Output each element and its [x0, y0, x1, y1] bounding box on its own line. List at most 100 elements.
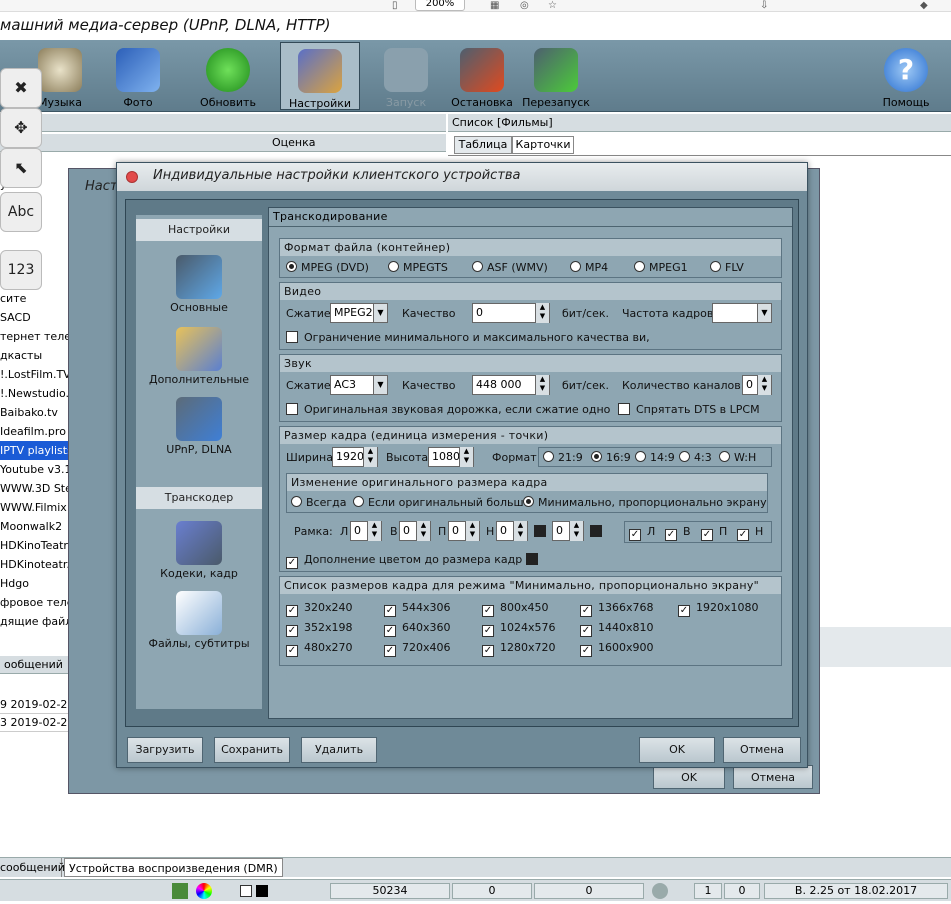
- tree-item[interactable]: !.Newstudio.t: [0, 384, 70, 403]
- fill-color-checkbox[interactable]: ✓ Дополнение цветом до размера кадр: [286, 553, 538, 569]
- size-checkbox[interactable]: ✓ 320x240: [286, 601, 353, 617]
- stepper-icon[interactable]: ▲ ▼: [757, 375, 771, 395]
- audio-quality-input[interactable]: 448 000 ▲ ▼: [472, 375, 550, 395]
- number-tool-button[interactable]: 123: [0, 250, 42, 290]
- resize-option-minimal[interactable]: Минимально, пропорционально экрану: [523, 496, 767, 509]
- stepper-icon[interactable]: ▲ ▼: [535, 375, 549, 395]
- load-button[interactable]: Загрузить: [127, 737, 203, 763]
- stepper-icon[interactable]: ▲ ▼: [569, 521, 583, 541]
- stepper-icon[interactable]: ▲ ▼: [363, 447, 377, 467]
- close-icon[interactable]: [126, 171, 138, 183]
- tree-item[interactable]: дящие файл: [0, 612, 70, 631]
- format-option-mpeg[interactable]: MPEG (DVD): [286, 261, 369, 274]
- audio-original-track-checkbox[interactable]: Оригинальная звуковая дорожка, если сжат…: [286, 403, 612, 416]
- tree-item[interactable]: [0, 232, 70, 251]
- video-quality-input[interactable]: 0 ▲ ▼: [472, 303, 550, 323]
- page-icon[interactable]: ▯: [392, 0, 398, 11]
- star-icon[interactable]: ☆: [548, 0, 557, 11]
- format-option-mpegts[interactable]: MPEGTS: [388, 261, 448, 274]
- stepper-icon[interactable]: ▲ ▼: [513, 521, 527, 541]
- size-checkbox[interactable]: ✓ 480x270: [286, 641, 353, 657]
- tree-item[interactable]: WWW.Filmix: [0, 498, 70, 517]
- size-checkbox[interactable]: ✓ 1920x1080: [678, 601, 759, 617]
- tree-item[interactable]: тернет телев: [0, 327, 70, 346]
- tree-item[interactable]: IPTV playlists: [0, 441, 70, 460]
- border-top-input[interactable]: 0 ▲ ▼: [399, 521, 431, 541]
- side-check-left[interactable]: ✓ Л: [629, 525, 655, 541]
- tab-dmr-devices[interactable]: Устройства воспроизведения (DMR): [64, 858, 283, 877]
- side-check-right[interactable]: ✓ П: [701, 525, 727, 541]
- aspect-option-21-9[interactable]: 21:9: [543, 451, 583, 464]
- tab-table[interactable]: Таблица: [454, 136, 512, 154]
- toolbar-photo-button[interactable]: Фото: [98, 42, 178, 110]
- nav-item-codecs[interactable]: Кодеки, кадр: [136, 521, 262, 580]
- size-checkbox[interactable]: ✓ 352x198: [286, 621, 353, 637]
- close-tool-button[interactable]: ✖: [0, 68, 42, 108]
- download-icon[interactable]: ⇩: [760, 0, 768, 11]
- tab-messages[interactable]: сообщений: [0, 858, 65, 877]
- nav-item-files[interactable]: Файлы, субтитры: [136, 591, 262, 650]
- tree-item[interactable]: HDKinoTeatr: [0, 536, 70, 555]
- nav-item-advanced[interactable]: Дополнительные: [136, 327, 262, 386]
- pocket-icon[interactable]: ◎: [520, 0, 529, 11]
- tree-item[interactable]: дкасты: [0, 346, 70, 365]
- toolbar-help-button[interactable]: ? Помощь: [866, 42, 946, 110]
- black-swatch[interactable]: [256, 885, 268, 897]
- video-limit-checkbox[interactable]: Ограничение минимального и максимального…: [286, 331, 650, 344]
- toolbar-restart-button[interactable]: Перезапуск: [516, 42, 596, 110]
- toolbar-refresh-button[interactable]: Обновить: [188, 42, 268, 110]
- tab-cards[interactable]: Карточки: [512, 136, 574, 154]
- size-checkbox[interactable]: ✓ 1440x810: [580, 621, 654, 637]
- border-bottom-input[interactable]: 0 ▲ ▼: [496, 521, 528, 541]
- border-left-input[interactable]: 0 ▲ ▼: [350, 521, 382, 541]
- aspect-option-14-9[interactable]: 14:9: [635, 451, 675, 464]
- tree-item[interactable]: фровое телев: [0, 593, 70, 612]
- size-checkbox[interactable]: ✓ 544x306: [384, 601, 451, 617]
- tree-item[interactable]: !.LostFilm.TV: [0, 365, 70, 384]
- video-compression-select[interactable]: MPEG2 ▼: [330, 303, 388, 323]
- tree-item[interactable]: WWW.3D Ste: [0, 479, 70, 498]
- nav-item-basic[interactable]: Основные: [136, 255, 262, 314]
- tree-item[interactable]: Moonwalk2: [0, 517, 70, 536]
- rating-column-header[interactable]: Оценка: [272, 134, 316, 152]
- video-framerate-select[interactable]: ▼: [712, 303, 772, 323]
- border-extra-input[interactable]: 0 ▲ ▼: [552, 521, 584, 541]
- format-option-mp4[interactable]: MP4: [570, 261, 608, 274]
- color-wheel-icon[interactable]: [196, 883, 212, 899]
- toolbar-stop-button[interactable]: Остановка: [442, 42, 522, 110]
- stepper-icon[interactable]: ▲ ▼: [465, 521, 479, 541]
- grid-icon[interactable]: ▦: [490, 0, 499, 11]
- extension-icon[interactable]: ◆: [920, 0, 928, 11]
- tree-item[interactable]: Hdgo: [0, 574, 70, 593]
- network-icon[interactable]: [172, 883, 188, 899]
- tree-item[interactable]: Ideafilm.pro: [0, 422, 70, 441]
- tree-item[interactable]: HDKinoteatr.: [0, 555, 70, 574]
- tree-item[interactable]: Baibako.tv: [0, 403, 70, 422]
- format-option-flv[interactable]: FLV: [710, 261, 744, 274]
- color-swatch[interactable]: [534, 525, 546, 537]
- pointer-tool-button[interactable]: ⬉: [0, 148, 42, 188]
- tree-item[interactable]: SACD: [0, 308, 70, 327]
- background-cancel-button[interactable]: Отмена: [733, 765, 813, 789]
- size-checkbox[interactable]: ✓ 800x450: [482, 601, 549, 617]
- resize-option-if-larger[interactable]: Если оригинальный больше: [353, 496, 530, 509]
- size-checkbox[interactable]: ✓ 1600x900: [580, 641, 654, 657]
- stepper-icon[interactable]: ▲ ▼: [459, 447, 473, 467]
- border-right-input[interactable]: 0 ▲ ▼: [448, 521, 480, 541]
- stepper-icon[interactable]: ▲ ▼: [535, 303, 549, 323]
- color-swatch[interactable]: [590, 525, 602, 537]
- ok-button[interactable]: OK: [639, 737, 715, 763]
- background-ok-button[interactable]: OK: [653, 765, 725, 789]
- size-checkbox[interactable]: ✓ 640x360: [384, 621, 451, 637]
- tree-item[interactable]: Youtube v3.1: [0, 460, 70, 479]
- move-tool-button[interactable]: ✥: [0, 108, 42, 148]
- audio-compression-select[interactable]: AC3 ▼: [330, 375, 388, 395]
- delete-button[interactable]: Удалить: [301, 737, 377, 763]
- white-swatch[interactable]: [240, 885, 252, 897]
- frame-height-input[interactable]: 1080 ▲ ▼: [428, 447, 474, 467]
- aspect-option-4-3[interactable]: 4:3: [679, 451, 712, 464]
- audio-hide-dts-checkbox[interactable]: Спрятать DTS в LPCM: [618, 403, 760, 416]
- aspect-option-wh[interactable]: W:H: [719, 451, 756, 464]
- frame-width-input[interactable]: 1920 ▲ ▼: [332, 447, 378, 467]
- side-check-top[interactable]: ✓ В: [665, 525, 691, 541]
